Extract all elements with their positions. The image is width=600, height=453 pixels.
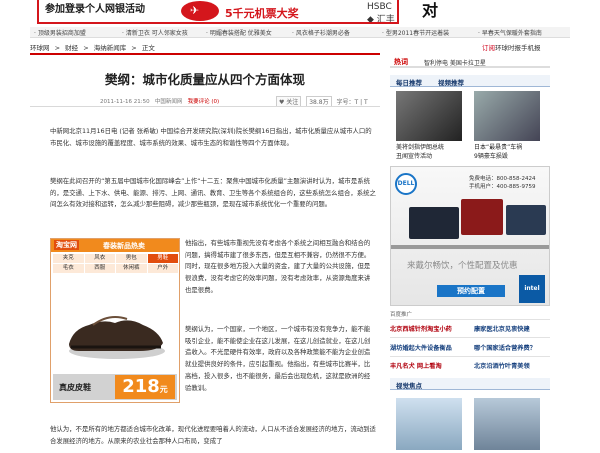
breadcrumb-sep: > <box>83 44 89 52</box>
dell-cta-button[interactable]: 预约配置 <box>437 285 505 297</box>
laptop-image <box>506 205 546 235</box>
article-meta: 2011-11-16 21:50 中国新闻网 我要评论 (0) <box>100 97 219 105</box>
category-link[interactable]: 男包 <box>116 254 147 263</box>
thumbnail-caption[interactable]: 美将剑指伊朗总统 丑闻宣传活动 <box>396 143 444 161</box>
article: 樊纲：城市化质量应从四个方面体现 2011-11-16 21:50 中国新闻网 … <box>30 53 380 453</box>
hsbc-logo: HSBC ◆ 汇丰 <box>367 2 395 24</box>
leather-shoe-image[interactable] <box>59 289 169 369</box>
category-link[interactable]: 西服 <box>84 264 115 273</box>
promo-news-link[interactable]: 哪个国家适合营养费？ <box>474 343 536 352</box>
video-thumbnail[interactable] <box>396 398 462 450</box>
shoe-ad-subtitle: 春装新品热卖 <box>103 242 145 250</box>
promo-news-link[interactable]: 丰凡名犬 网上看淘 <box>390 361 442 370</box>
divider <box>30 106 380 107</box>
breadcrumb-item: 正文 <box>141 44 155 52</box>
baidu-ad-label: 百度推广 <box>390 312 413 318</box>
recommend-tabs: 每日推荐 视频推荐 <box>390 75 550 87</box>
right-banner-text: 对 <box>422 1 439 20</box>
divider <box>391 245 549 249</box>
shoe-price-bar[interactable]: 真皮皮鞋 218元 <box>53 374 177 400</box>
breadcrumb-sep: > <box>54 44 61 52</box>
breadcrumb-sep: > <box>131 44 137 52</box>
promo-text: 参加登录个人网银活动 <box>45 4 145 15</box>
article-paragraph: 中新网北京11月16日电 (记者 张希敏) 中国综合开发研究院(深圳)院长樊纲1… <box>50 127 372 147</box>
promo-news-link[interactable]: 康家医北京见衷快建 <box>474 324 530 333</box>
prize-text: 5千元机票大奖 <box>225 7 299 20</box>
video-focus-header: 视觉焦点 <box>390 378 550 390</box>
promo-link[interactable]: · 顶级男装招商加盟 <box>34 28 86 37</box>
hot-words-title: 热词 <box>394 58 408 66</box>
tab-video[interactable]: 视频推荐 <box>438 77 464 87</box>
promo-link[interactable]: · 清新卫衣 可人邻家女孩 <box>122 28 188 37</box>
promo-news-link[interactable]: 湖坊婚起大件设备衡品 <box>390 343 452 352</box>
price-label: 真皮皮鞋 <box>59 383 91 392</box>
dell-slogan: 来戴尔畅饮，个性配置及优惠 <box>407 261 518 271</box>
promo-link[interactable]: · 型男2011春节开运着装 <box>382 28 449 37</box>
category-link[interactable]: 风衣 <box>84 254 115 263</box>
right-banner[interactable]: 对 <box>404 0 564 24</box>
breadcrumb-item[interactable]: 海纳新闻库 <box>94 44 127 52</box>
category-link[interactable]: 户外 <box>147 264 178 273</box>
category-link[interactable]: 休闲裤 <box>116 264 147 273</box>
category-link[interactable]: 男鞋 <box>147 254 178 263</box>
breadcrumb-item[interactable]: 财经 <box>65 44 78 52</box>
laptop-image <box>461 199 503 235</box>
dell-ad[interactable]: DELL 免费电话：800-858-2424 手机用户：400-885-9759 … <box>390 166 550 306</box>
divider <box>390 319 550 320</box>
taobao-shoe-ad[interactable]: 淘宝网 春装新品热卖 夹克 风衣 男包 男鞋 毛衣 西服 休闲裤 户外 真皮皮鞋… <box>50 238 180 403</box>
promo-link[interactable]: · 风衣格子衫潮男必备 <box>292 28 350 37</box>
article-paragraph: 樊纲在此间召开的“第五届中国城市化国际峰会”上作“十二五：聚焦中国城市化质量”主… <box>50 177 376 209</box>
plane-icon: ✈ <box>181 1 219 21</box>
taobao-logo: 淘宝网 <box>54 240 79 250</box>
breadcrumb: 环球网 > 财经 > 海纳新闻库 > 正文 <box>30 42 158 52</box>
news-thumbnail[interactable] <box>396 91 462 141</box>
thumbnail-caption[interactable]: 日本“最悬贵”车祸 9辆豪车损毁 <box>474 143 522 161</box>
article-source[interactable]: 中国新闻网 <box>155 99 183 105</box>
divider <box>390 337 550 338</box>
font-size-tools[interactable]: 字号：T | T <box>337 99 368 106</box>
promo-link[interactable]: · 早春天气保暖外套指南 <box>478 28 542 37</box>
price-value: 218元 <box>115 375 175 399</box>
promo-news-link[interactable]: 北京西城针剂淘宝小药 <box>390 324 452 333</box>
article-date: 2011-11-16 21:50 <box>100 99 150 105</box>
promo-news-link[interactable]: 北京沿酒竹叶青美领 <box>474 361 530 370</box>
subscribe-link[interactable]: 订阅环球时报手机报 <box>482 42 541 52</box>
laptop-image <box>409 207 459 239</box>
video-thumbnail[interactable] <box>474 398 540 450</box>
tab-daily[interactable]: 每日推荐 <box>396 77 422 87</box>
divider <box>390 356 550 357</box>
comment-link[interactable]: 我要评论 (0) <box>188 99 220 105</box>
article-paragraph: 他认为，不是所有的地方都适合城市化改革，现代化进程要咱着人的流动，人口从不适合发… <box>50 425 376 445</box>
hot-words-bar: 热词 智利停电 美国卡拉卫星 <box>390 55 550 68</box>
shoe-ad-header: 淘宝网 春装新品热卖 <box>51 239 179 252</box>
breadcrumb-item[interactable]: 环球网 <box>30 44 50 52</box>
top-banner-row: 参加登录个人网银活动 ✈ 5千元机票大奖 HSBC ◆ 汇丰 对 <box>0 0 600 24</box>
article-paragraph: 樊纲认为，一个国家，一个地区，一个城市有没有竞争力，能不能吸引企业，能不能使企业… <box>185 325 371 392</box>
hot-words-links[interactable]: 智利停电 美国卡拉卫星 <box>424 58 486 67</box>
category-link[interactable]: 毛衣 <box>53 264 84 273</box>
intel-logo: intel <box>519 275 545 303</box>
bank-promo-banner[interactable]: 参加登录个人网银活动 ✈ 5千元机票大奖 HSBC ◆ 汇丰 <box>37 0 399 24</box>
promo-link[interactable]: · 明媚春装搭配 优雅美女 <box>206 28 272 37</box>
dell-phone: 免费电话：800-858-2424 手机用户：400-885-9759 <box>469 176 536 190</box>
promo-link-bar: · 顶级男装招商加盟 · 清新卫衣 可人邻家女孩 · 明媚春装搭配 优雅美女 ·… <box>30 27 570 38</box>
article-paragraph: 他指出，有些城市重视先没有考虑各个系统之间相互融合和结合的问题，搞得城市建了很多… <box>185 239 371 294</box>
video-focus-title: 视觉焦点 <box>396 382 422 390</box>
shoe-category-grid: 夹克 风衣 男包 男鞋 毛衣 西服 休闲裤 户外 <box>53 254 179 274</box>
news-thumbnail[interactable] <box>474 91 540 141</box>
article-title: 樊纲：城市化质量应从四个方面体现 <box>104 72 305 87</box>
category-link[interactable]: 夹克 <box>53 254 84 263</box>
dell-logo: DELL <box>395 173 417 195</box>
